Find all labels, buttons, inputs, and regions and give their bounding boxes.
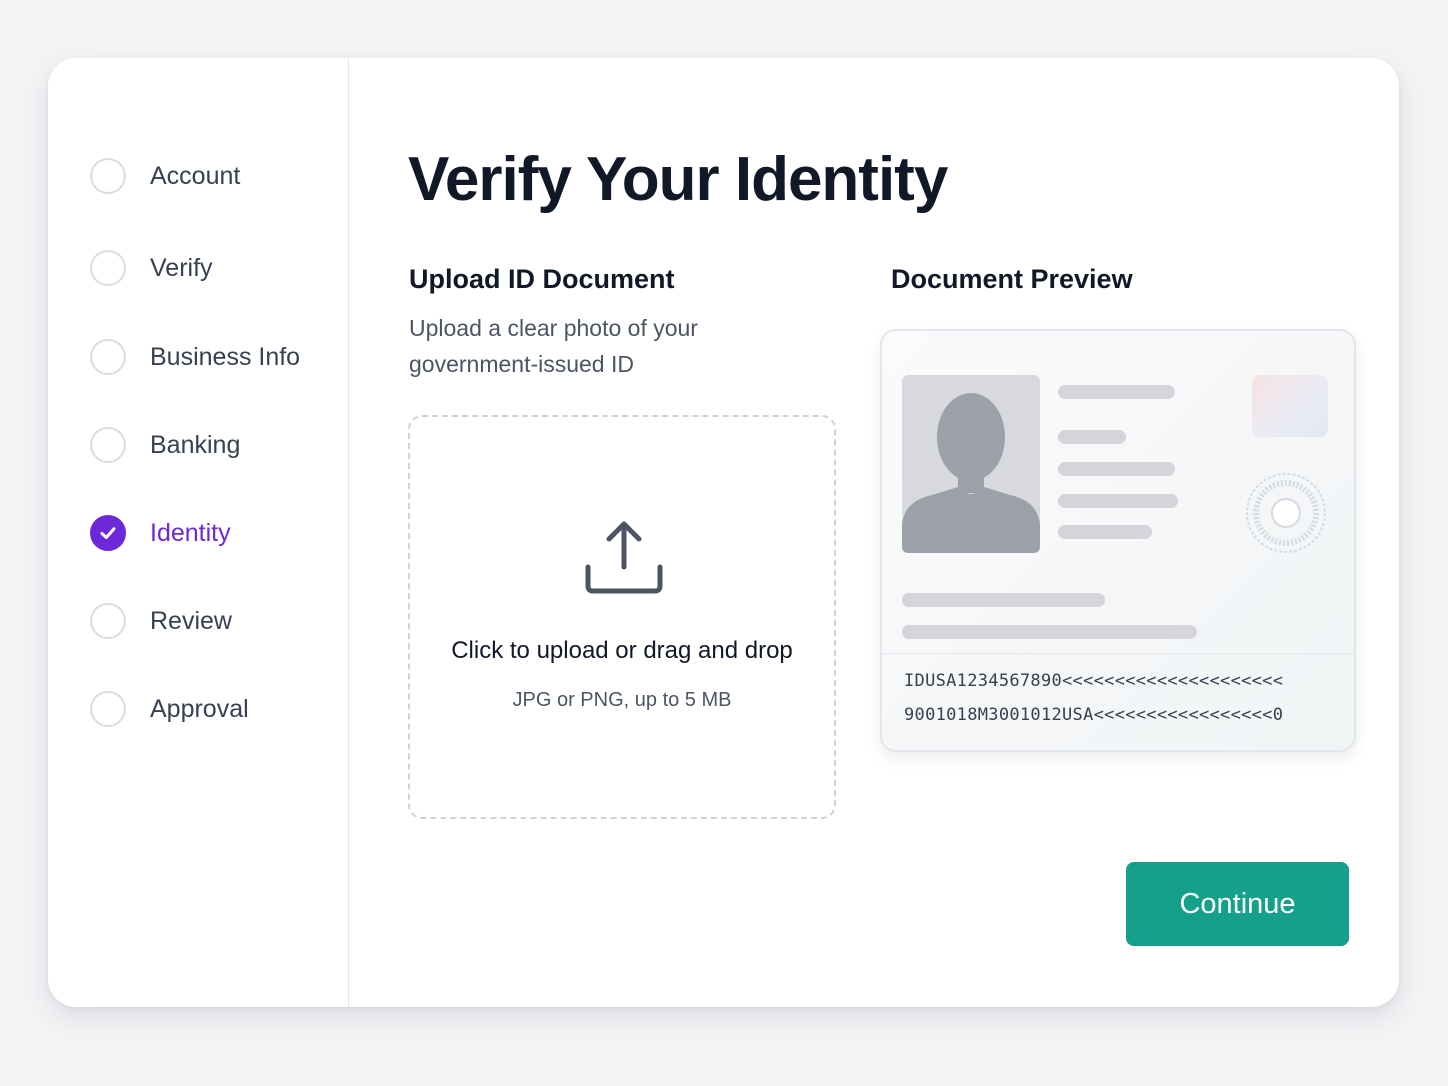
step-label: Account	[150, 161, 241, 190]
upload-dropzone[interactable]: Click to upload or drag and drop JPG or …	[408, 415, 836, 819]
upload-icon	[585, 521, 663, 594]
upload-heading: Upload ID Document	[409, 264, 675, 294]
continue-button[interactable]: Continue	[1126, 862, 1349, 946]
step-label: Identity	[150, 518, 231, 547]
step-business-info[interactable]: Business Info	[90, 337, 300, 377]
page-title: Verify Your Identity	[408, 145, 948, 214]
text-placeholder-bar	[1058, 430, 1126, 444]
step-status-circle	[90, 427, 126, 463]
step-account[interactable]: Account	[90, 156, 240, 196]
step-label: Approval	[150, 694, 249, 723]
step-identity[interactable]: Identity	[90, 513, 231, 553]
dropzone-file-hint: JPG or PNG, up to 5 MB	[512, 689, 732, 711]
step-label: Business Info	[150, 342, 301, 371]
text-placeholder-bar	[902, 593, 1105, 607]
step-status-circle	[90, 603, 126, 639]
step-label: Banking	[150, 430, 241, 459]
mrz-line-1: IDUSA1234567890<<<<<<<<<<<<<<<<<<<<<	[904, 671, 1284, 691]
dropzone-instruction: Click to upload or drag and drop	[451, 637, 793, 664]
step-status-circle	[90, 158, 126, 194]
seal-icon	[1246, 473, 1326, 553]
preview-heading: Document Preview	[891, 264, 1133, 294]
text-placeholder-bar	[902, 625, 1197, 639]
step-status-circle	[90, 339, 126, 375]
hologram-icon	[1252, 375, 1328, 437]
step-status-circle	[90, 250, 126, 286]
person-silhouette-icon	[902, 375, 1040, 553]
step-banking[interactable]: Banking	[90, 425, 240, 465]
step-label: Verify	[150, 253, 213, 282]
step-review[interactable]: Review	[90, 601, 232, 641]
text-placeholder-bar	[1058, 494, 1178, 508]
text-placeholder-bar	[1058, 525, 1152, 539]
text-placeholder-bar	[1058, 462, 1175, 476]
check-icon	[90, 515, 126, 551]
onboarding-card: Account Verify Business Info Banking Ide…	[48, 58, 1399, 1007]
id-document-preview: IDUSA1234567890<<<<<<<<<<<<<<<<<<<<< 900…	[880, 329, 1356, 752]
upload-description: Upload a clear photo of your government-…	[409, 315, 698, 377]
step-status-circle	[90, 691, 126, 727]
mrz-line-2: 9001018M3001012USA<<<<<<<<<<<<<<<<<0	[904, 705, 1284, 725]
step-verify[interactable]: Verify	[90, 248, 213, 288]
step-approval[interactable]: Approval	[90, 689, 249, 729]
steps-sidebar: Account Verify Business Info Banking Ide…	[48, 58, 349, 1007]
mrz-divider	[882, 653, 1354, 654]
step-label: Review	[150, 606, 232, 635]
text-placeholder-bar	[1058, 385, 1175, 399]
